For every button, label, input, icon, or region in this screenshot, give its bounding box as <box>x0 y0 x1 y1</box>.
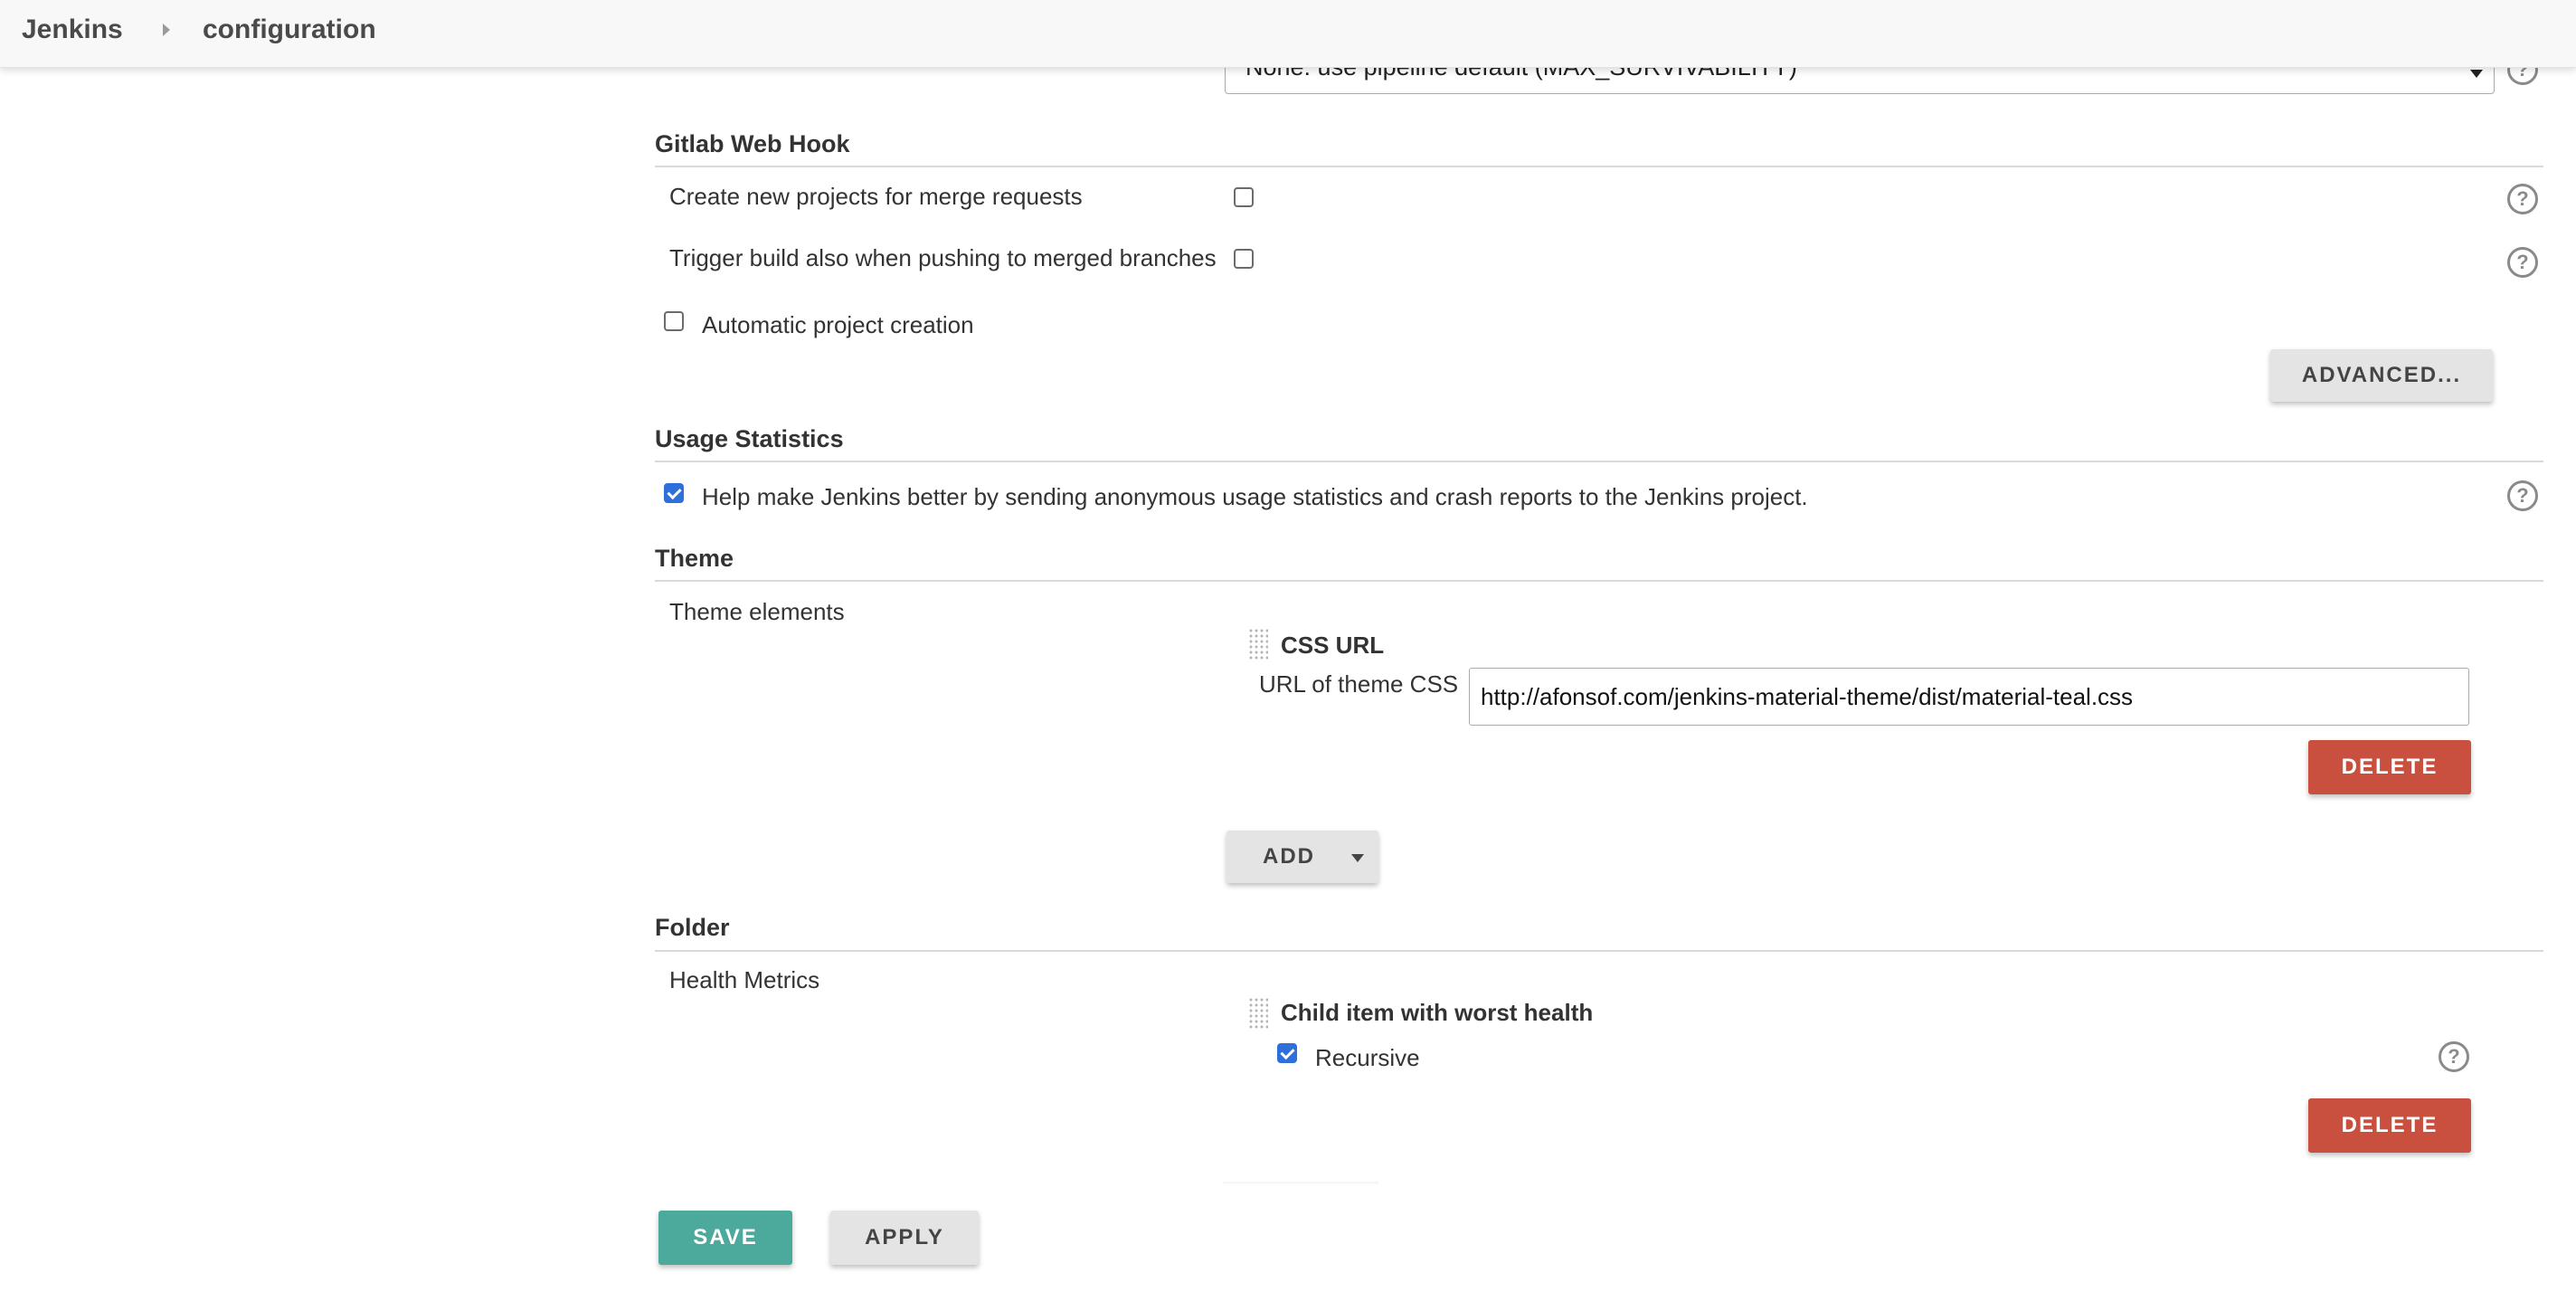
recursive-checkbox[interactable] <box>1277 1043 1297 1063</box>
add-button-partial <box>1223 1182 1378 1185</box>
help-icon[interactable]: ? <box>2507 184 2538 214</box>
theme-css-url-label: URL of theme CSS <box>1259 670 1459 698</box>
worst-health-title: Child item with worst health <box>1281 999 1594 1026</box>
help-icon[interactable]: ? <box>2439 1041 2469 1072</box>
css-url-title: CSS URL <box>1281 632 1385 659</box>
merged-branches-checkbox[interactable] <box>1234 249 1254 269</box>
delete-health-metric-button[interactable]: DELETE <box>2308 1098 2471 1153</box>
usage-statistics-checkbox[interactable] <box>664 483 684 503</box>
recursive-label: Recursive <box>1315 1044 1420 1071</box>
breadcrumb-jenkins[interactable]: Jenkins <box>22 14 123 45</box>
merge-requests-label: Create new projects for merge requests <box>669 183 1083 210</box>
chevron-down-icon <box>2470 70 2483 78</box>
merge-requests-checkbox[interactable] <box>1234 187 1254 207</box>
section-divider <box>655 580 2543 582</box>
health-metrics-label: Health Metrics <box>669 966 820 993</box>
breadcrumb-configuration[interactable]: configuration <box>203 14 376 45</box>
section-title-theme: Theme <box>655 545 734 572</box>
help-icon[interactable]: ? <box>2507 480 2538 511</box>
auto-create-label: Automatic project creation <box>702 311 974 338</box>
section-divider <box>655 166 2543 167</box>
save-button[interactable]: SAVE <box>658 1211 792 1265</box>
add-button-label: ADD <box>1263 844 1315 869</box>
breadcrumb-chevron-icon <box>163 24 170 36</box>
apply-button[interactable]: APPLY <box>830 1211 979 1265</box>
top-bar: Jenkins configuration <box>0 0 2576 68</box>
drag-handle-icon[interactable] <box>1248 997 1268 1030</box>
section-title-usage: Usage Statistics <box>655 425 844 452</box>
help-icon[interactable]: ? <box>2507 247 2538 278</box>
section-divider <box>655 461 2543 462</box>
delete-theme-button[interactable]: DELETE <box>2308 740 2471 794</box>
section-divider <box>655 950 2543 952</box>
theme-css-url-input[interactable] <box>1469 668 2469 726</box>
usage-statistics-label: Help make Jenkins better by sending anon… <box>702 483 1808 510</box>
drag-handle-icon[interactable] <box>1248 628 1268 660</box>
caret-down-icon <box>1351 854 1364 862</box>
theme-elements-label: Theme elements <box>669 598 845 625</box>
auto-create-checkbox[interactable] <box>664 311 684 331</box>
advanced-button[interactable]: ADVANCED... <box>2270 349 2493 402</box>
section-title-folder: Folder <box>655 914 730 941</box>
add-theme-element-button[interactable]: ADD <box>1226 831 1378 883</box>
merged-branches-label: Trigger build also when pushing to merge… <box>669 244 1217 271</box>
section-title-gitlab: Gitlab Web Hook <box>655 130 850 157</box>
